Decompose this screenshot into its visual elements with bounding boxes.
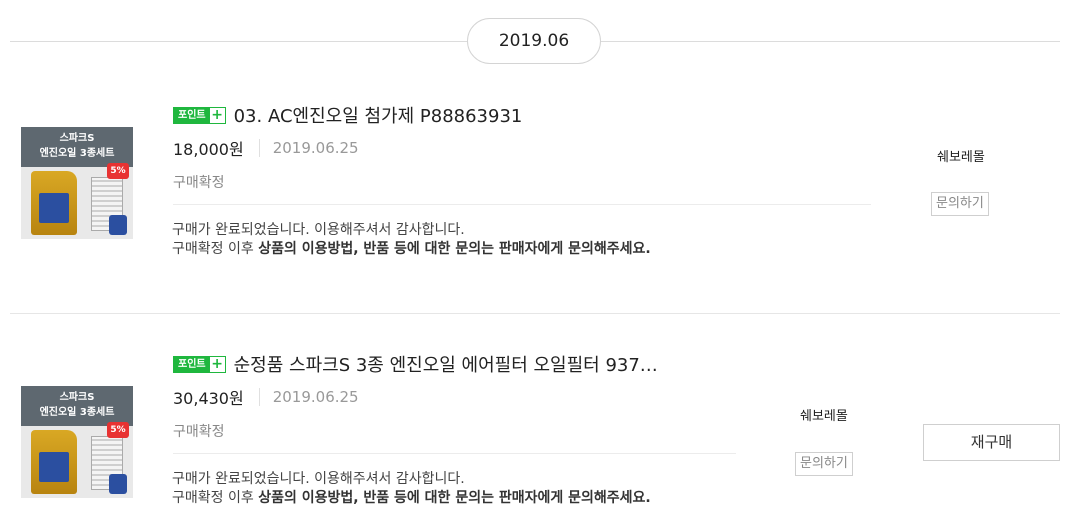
price: 30,430원: [173, 389, 244, 408]
inquiry-notice: 구매확정 이후 상품의 이용방법, 반품 등에 대한 문의는 판매자에게 문의해…: [172, 490, 651, 506]
order-date: 2019.06.25: [272, 139, 359, 157]
order-separator: [10, 313, 1060, 314]
thumbnail-caption: 스파크S 엔진오일 3종세트: [21, 127, 133, 167]
order-status: 구매확정: [173, 175, 225, 191]
title-row: 포인트 + 순정품 스파크S 3종 엔진오일 에어필터 오일필터 937…: [173, 351, 658, 377]
point-badge: 포인트 +: [173, 355, 226, 373]
detail-divider: [173, 453, 736, 454]
plus-icon: +: [209, 355, 225, 372]
detail-divider: [173, 204, 871, 205]
oil-filter-image: [109, 215, 127, 235]
completion-message: 구매가 완료되었습니다. 이용해주셔서 감사합니다.: [172, 222, 465, 238]
rebuy-button[interactable]: 재구매: [923, 424, 1060, 461]
seller-name[interactable]: 쉐보레몰: [937, 146, 985, 165]
separator: [258, 388, 260, 406]
product-thumbnail[interactable]: 스파크S 엔진오일 3종세트 5%: [21, 386, 133, 498]
title-row: 포인트 + 03. AC엔진오일 첨가제 P88863931: [173, 102, 522, 128]
seller-name[interactable]: 쉐보레몰: [800, 405, 848, 424]
product-title-link[interactable]: 순정품 스파크S 3종 엔진오일 에어필터 오일필터 937…: [234, 351, 658, 377]
point-badge: 포인트 +: [173, 106, 226, 124]
price: 18,000원: [173, 140, 244, 159]
order-date: 2019.06.25: [272, 388, 359, 406]
product-thumbnail[interactable]: 스파크S 엔진오일 3종세트 5%: [21, 127, 133, 239]
oil-filter-image: [109, 474, 127, 494]
inquiry-button[interactable]: 문의하기: [795, 452, 853, 476]
inquiry-notice: 구매확정 이후 상품의 이용방법, 반품 등에 대한 문의는 판매자에게 문의해…: [172, 241, 651, 257]
thumbnail-caption: 스파크S 엔진오일 3종세트: [21, 386, 133, 426]
discount-badge: 5%: [107, 163, 129, 179]
completion-message: 구매가 완료되었습니다. 이용해주셔서 감사합니다.: [172, 471, 465, 487]
order-status: 구매확정: [173, 424, 225, 440]
discount-badge: 5%: [107, 422, 129, 438]
separator: [258, 139, 260, 157]
plus-icon: +: [209, 106, 225, 123]
price-row: 30,430원 2019.06.25: [173, 385, 359, 409]
product-title-link[interactable]: 03. AC엔진오일 첨가제 P88863931: [234, 102, 523, 128]
inquiry-button[interactable]: 문의하기: [931, 192, 989, 216]
price-row: 18,000원 2019.06.25: [173, 136, 359, 160]
month-label: 2019.06: [467, 18, 601, 64]
